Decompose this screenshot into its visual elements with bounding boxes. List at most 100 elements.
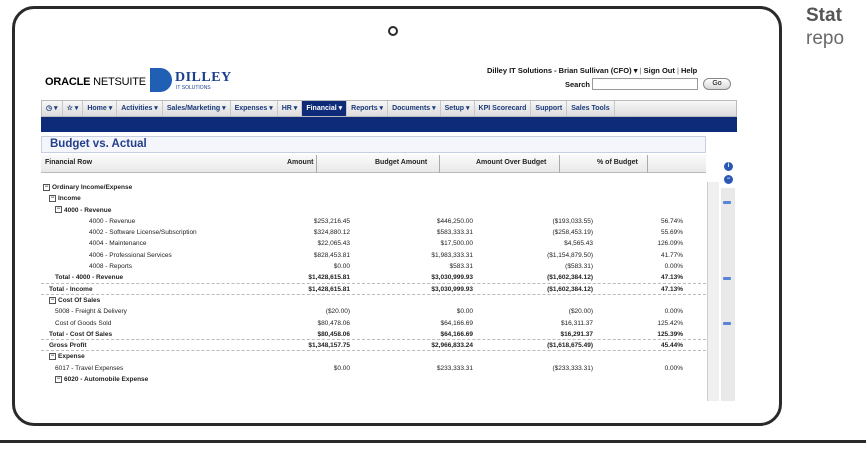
- table-row: 4006 - Professional Services $828,453.81 $…: [41, 250, 706, 261]
- table-row: 6017 - Travel Expenses $0.00 $233,333.31 ($…: [41, 363, 706, 374]
- nav-item-reports[interactable]: Reports ▾: [347, 101, 389, 116]
- row-label-text: 4004 - Maintenance: [89, 240, 147, 248]
- scroll-marker[interactable]: [723, 322, 731, 325]
- over-budget-cell: ($583.31): [565, 263, 593, 271]
- table-row: −4000 - Revenue: [41, 205, 706, 216]
- row-label-text: Gross Profit: [49, 342, 87, 350]
- collapse-toggle-icon[interactable]: −: [55, 206, 62, 214]
- nav-item-expenses[interactable]: Expenses ▾: [231, 101, 278, 116]
- go-button[interactable]: Go: [703, 78, 731, 90]
- row-label-text: 4006 - Professional Services: [89, 251, 172, 259]
- table-row: 5008 - Freight & Delivery ($20.00) $0.00 ($…: [41, 306, 706, 317]
- scroll-marker[interactable]: [723, 201, 731, 204]
- table-row: 4000 - Revenue $253,216.45 $446,250.00 ($19…: [41, 216, 706, 227]
- budget-cell: $17,500.00: [440, 240, 473, 248]
- nav-item-home[interactable]: Home ▾: [83, 101, 118, 116]
- subnav-bar: [41, 117, 737, 132]
- row-scrollbar[interactable]: [707, 182, 719, 401]
- amount-cell: $828,453.81: [313, 251, 350, 259]
- budget-cell: $233,333.31: [436, 364, 473, 372]
- row-label-text: Cost Of Sales: [58, 296, 101, 304]
- nav-item-sales-tools[interactable]: Sales Tools: [567, 101, 615, 116]
- row-label: 4004 - Maintenance: [89, 238, 146, 249]
- row-label: −6020 - Automobile Expense: [55, 374, 148, 385]
- over-budget-cell: ($1,618,675.49): [547, 342, 593, 350]
- recent-history-icon[interactable]: ◷ ▾: [42, 101, 63, 116]
- amount-cell: $253,216.45: [313, 217, 350, 225]
- row-label-text: Expense: [58, 353, 85, 361]
- info-icon[interactable]: i: [724, 162, 733, 171]
- collapse-toggle-icon[interactable]: −: [49, 195, 56, 203]
- percent-cell: 0.00%: [664, 364, 683, 372]
- nav-item-hr[interactable]: HR ▾: [278, 101, 303, 116]
- search-input[interactable]: [592, 78, 698, 90]
- percent-cell: 0.00%: [664, 263, 683, 271]
- collapse-toggle-icon[interactable]: −: [49, 353, 56, 361]
- nav-item-sales-marketing[interactable]: Sales/Marketing ▾: [163, 101, 231, 116]
- budget-cell: $64,166.69: [440, 330, 473, 338]
- over-budget-cell: $16,291.37: [560, 330, 593, 338]
- row-label-text: Cost of Goods Sold: [55, 319, 112, 327]
- collapse-toggle-icon[interactable]: −: [49, 296, 56, 304]
- row-label-text: Total - 4000 - Revenue: [55, 274, 124, 282]
- percent-cell: 56.74%: [660, 217, 683, 225]
- row-label: Total - Cost Of Sales: [49, 329, 112, 340]
- oracle-netsuite-logo[interactable]: ORACLE NETSUITE: [45, 76, 146, 88]
- collapse-toggle-icon[interactable]: −: [43, 183, 50, 191]
- row-label-text: 4000 - Revenue: [64, 206, 112, 214]
- row-label-text: Income: [58, 195, 81, 203]
- table-row: 4002 - Software License/Subscription $324…: [41, 227, 706, 238]
- row-label-text: 4008 - Reports: [89, 263, 132, 271]
- col-amount-over-budget[interactable]: Amount Over Budget: [476, 159, 546, 166]
- col-budget-amount[interactable]: Budget Amount: [375, 159, 427, 166]
- row-label: Gross Profit: [49, 340, 87, 351]
- favorites-star-icon[interactable]: ☆ ▾: [63, 101, 84, 116]
- sign-out-link[interactable]: Sign Out: [644, 66, 675, 75]
- amount-cell: $1,348,157.75: [308, 342, 350, 350]
- collapse-toggle-icon[interactable]: −: [55, 375, 62, 383]
- row-label-text: Total - Cost Of Sales: [49, 330, 113, 338]
- help-link[interactable]: Help: [681, 66, 697, 75]
- table-header: Financial Row Amount Budget Amount Amoun…: [41, 155, 706, 173]
- nav-item-documents[interactable]: Documents ▾: [388, 101, 441, 116]
- percent-cell: 125.42%: [657, 319, 683, 327]
- nav-item-setup[interactable]: Setup ▾: [441, 101, 475, 116]
- user-role-label[interactable]: Dilley IT Solutions - Brian Sullivan (CF…: [487, 66, 632, 75]
- nav-item-kpi-scorecard[interactable]: KPI Scorecard: [475, 101, 532, 116]
- nav-item-activities[interactable]: Activities ▾: [117, 101, 163, 116]
- nav-item-financial[interactable]: Financial ▾: [302, 101, 348, 116]
- row-label: 5008 - Freight & Delivery: [55, 306, 127, 317]
- scroll-track[interactable]: [721, 188, 735, 401]
- over-budget-cell: $16,311.37: [560, 319, 593, 327]
- col-amount[interactable]: Amount: [287, 159, 313, 166]
- row-label: 4000 - Revenue: [89, 216, 135, 227]
- percent-cell: 45.44%: [660, 342, 683, 350]
- budget-cell: $446,250.00: [436, 217, 473, 225]
- table-row: Total - Income $1,428,615.81 $3,030,999.93…: [41, 284, 706, 295]
- table-row: − Ordinary Income/Expense: [41, 182, 706, 193]
- percent-cell: 126.09%: [657, 240, 683, 248]
- percent-cell: 0.00%: [664, 308, 683, 316]
- row-label: −4000 - Revenue: [55, 205, 111, 216]
- user-info: Dilley IT Solutions - Brian Sullivan (CF…: [487, 66, 698, 75]
- app-screen: ORACLE NETSUITE DILLEY IT SOLUTIONS Dill…: [37, 58, 737, 401]
- laptop-base-edge: [0, 440, 866, 443]
- row-label: 4002 - Software License/Subscription: [89, 227, 197, 238]
- amount-cell: $1,428,615.81: [308, 274, 350, 282]
- col-financial-row[interactable]: Financial Row: [45, 159, 92, 166]
- collapse-up-icon[interactable]: −: [724, 175, 733, 184]
- table-row: 4008 - Reports $0.00 $583.31 ($583.31) 0.00%: [41, 261, 706, 272]
- amount-cell: $80,478.06: [317, 319, 350, 327]
- table-row: − Cost Of Sales: [41, 295, 706, 306]
- col-percent-of-budget[interactable]: % of Budget: [597, 159, 638, 166]
- nav-item-support[interactable]: Support: [531, 101, 568, 116]
- side-caption-rest: repo: [806, 28, 845, 49]
- row-label: 6017 - Travel Expenses: [55, 363, 123, 374]
- over-budget-cell: ($233,333.31): [552, 364, 593, 372]
- scroll-marker[interactable]: [723, 277, 731, 280]
- percent-cell: 125.39%: [657, 330, 683, 338]
- budget-cell: $2,966,833.24: [431, 342, 473, 350]
- table-row: Gross Profit $1,348,157.75 $2,966,833.24 ($…: [41, 340, 706, 352]
- over-budget-cell: ($1,602,384.12): [547, 274, 593, 282]
- amount-cell: $80,458.06: [317, 330, 350, 338]
